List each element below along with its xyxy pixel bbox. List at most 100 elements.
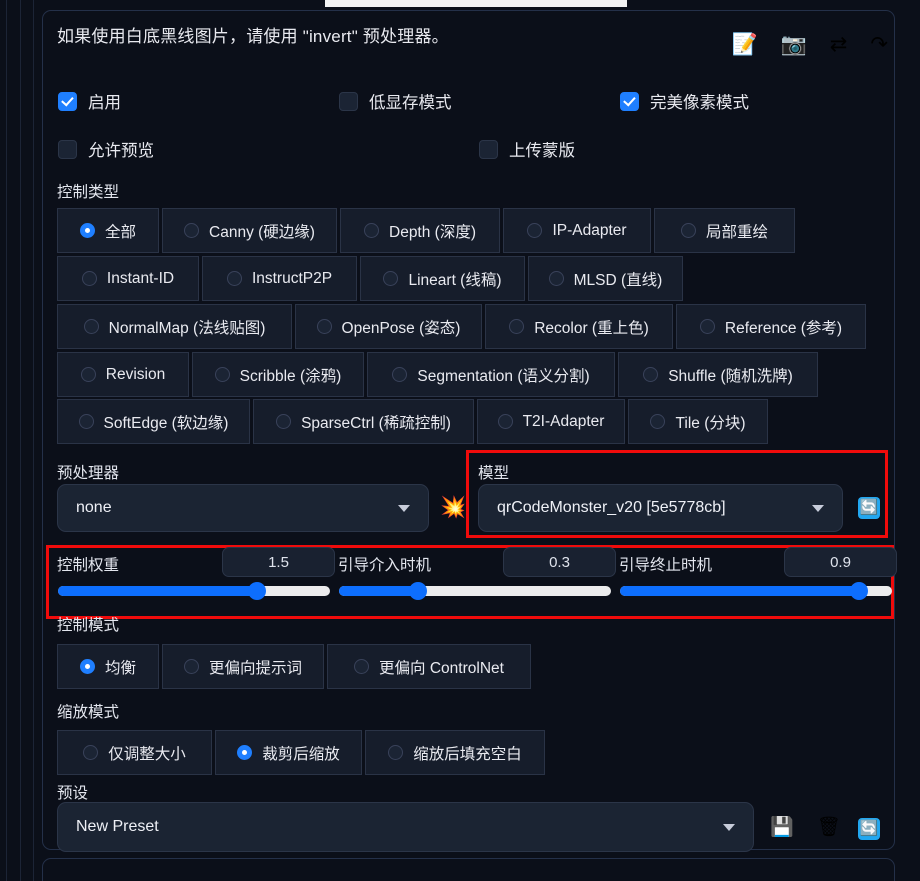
control-type-option[interactable]: IP-Adapter [503,208,651,253]
radio-label: T2I-Adapter [523,413,605,431]
control-type-option[interactable]: Lineart (线稿) [360,256,525,301]
radio-indicator[interactable] [227,271,242,286]
control-weight-input[interactable]: 1.5 [222,547,335,577]
radio-label: Instant-ID [107,270,174,288]
radio-indicator[interactable] [81,367,96,382]
radio-indicator[interactable] [392,367,407,382]
guidance-start-slider[interactable] [339,585,611,597]
radio-indicator[interactable] [83,745,98,760]
radio-label: SoftEdge (软边缘) [104,411,229,433]
radio-indicator[interactable] [364,223,379,238]
radio-label: NormalMap (法线贴图) [109,316,266,338]
control-type-option[interactable]: NormalMap (法线贴图) [57,304,292,349]
radio-indicator[interactable] [650,414,665,429]
checkbox-low-vram[interactable]: 低显存模式 [339,89,452,113]
checkbox-enable[interactable]: 启用 [58,89,121,113]
guidance-start-label: 引导介入时机 [338,553,431,575]
control-type-option[interactable]: T2I-Adapter [477,399,625,444]
panel-edge-line [20,0,21,881]
control-weight-slider[interactable] [58,585,330,597]
radio-indicator[interactable] [84,319,99,334]
checkbox-box[interactable] [58,92,77,111]
refresh-models-button[interactable]: 🔄 [858,497,880,519]
control-type-option[interactable]: InstructP2P [202,256,357,301]
control-type-option[interactable]: OpenPose (姿态) [295,304,482,349]
refresh-presets-button[interactable]: 🔄 [858,818,880,840]
radio-indicator[interactable] [509,319,524,334]
swap-arrows-icon[interactable]: ⇄ [830,34,848,55]
control-mode-option[interactable]: 更偏向提示词 [162,644,324,689]
radio-indicator[interactable] [184,223,199,238]
image-toolbar-icons: 📝 📷 ⇄ ↷ [731,34,888,55]
undo-curve-arrow-icon[interactable]: ↷ [870,34,888,55]
guidance-end-input[interactable]: 0.9 [784,547,897,577]
control-type-option[interactable]: Tile (分块) [628,399,768,444]
guidance-start-input[interactable]: 0.3 [503,547,616,577]
model-dropdown[interactable]: qrCodeMonster_v20 [5e5778cb] [478,484,843,532]
radio-indicator[interactable] [80,223,95,238]
checkbox-allow-preview[interactable]: 允许预览 [58,137,154,161]
slider-thumb[interactable] [248,582,266,600]
chevron-down-icon[interactable] [398,505,410,512]
radio-indicator[interactable] [276,414,291,429]
guidance-end-slider[interactable] [620,585,892,597]
control-type-option[interactable]: Recolor (重上色) [485,304,673,349]
checkbox-box[interactable] [339,92,358,111]
radio-indicator[interactable] [388,745,403,760]
save-preset-icon[interactable]: 💾 [770,818,794,837]
control-type-option[interactable]: Scribble (涂鸦) [192,352,364,397]
checkbox-box[interactable] [620,92,639,111]
preset-dropdown[interactable]: New Preset [57,802,754,852]
burst-icon[interactable]: 💥 [440,497,466,518]
control-type-option[interactable]: Depth (深度) [340,208,500,253]
radio-indicator[interactable] [527,223,542,238]
radio-indicator[interactable] [643,367,658,382]
radio-indicator[interactable] [82,271,97,286]
radio-indicator[interactable] [549,271,564,286]
panel-edge-line [33,0,34,881]
checkbox-box[interactable] [479,140,498,159]
radio-label: Segmentation (语义分割) [417,364,589,386]
radio-indicator[interactable] [184,659,199,674]
radio-indicator[interactable] [681,223,696,238]
radio-indicator[interactable] [317,319,332,334]
control-mode-row: 均衡更偏向提示词更偏向 ControlNet [57,644,531,689]
resize-mode-option[interactable]: 缩放后填充空白 [365,730,545,775]
radio-indicator[interactable] [215,367,230,382]
control-type-option[interactable]: Reference (参考) [676,304,866,349]
resize-mode-option[interactable]: 仅调整大小 [57,730,212,775]
slider-thumb[interactable] [850,582,868,600]
radio-indicator[interactable] [237,745,252,760]
checkbox-pixel-perfect[interactable]: 完美像素模式 [620,89,749,113]
control-type-option[interactable]: Instant-ID [57,256,199,301]
preprocessor-dropdown[interactable]: none [57,484,429,532]
camera-icon[interactable]: 📷 [781,34,807,55]
delete-preset-icon[interactable]: 🗑 [817,818,841,837]
radio-indicator[interactable] [354,659,369,674]
controlnet-panel-root: 如果使用白底黑线图片，请使用 "invert" 预处理器。 📝 📷 ⇄ ↷ 启用… [0,0,920,881]
control-type-option[interactable]: Shuffle (随机洗牌) [618,352,818,397]
control-type-option[interactable]: SparseCtrl (稀疏控制) [253,399,474,444]
slider-thumb[interactable] [409,582,427,600]
chevron-down-icon[interactable] [812,505,824,512]
control-mode-option[interactable]: 更偏向 ControlNet [327,644,531,689]
radio-indicator[interactable] [383,271,398,286]
control-type-option[interactable]: 局部重绘 [654,208,795,253]
control-type-option[interactable]: SoftEdge (软边缘) [57,399,250,444]
control-type-option[interactable]: Segmentation (语义分割) [367,352,615,397]
radio-indicator[interactable] [80,659,95,674]
radio-indicator[interactable] [700,319,715,334]
control-type-option[interactable]: 全部 [57,208,159,253]
resize-mode-option[interactable]: 裁剪后缩放 [215,730,362,775]
control-type-option[interactable]: MLSD (直线) [528,256,683,301]
checkbox-box[interactable] [58,140,77,159]
control-type-option[interactable]: Revision [57,352,189,397]
chevron-down-icon[interactable] [723,824,735,831]
radio-indicator[interactable] [498,414,513,429]
radio-label: Revision [106,366,165,384]
checkbox-upload-mask[interactable]: 上传蒙版 [479,137,575,161]
control-mode-option[interactable]: 均衡 [57,644,159,689]
radio-indicator[interactable] [79,414,94,429]
edit-memo-icon[interactable]: 📝 [731,34,757,55]
control-type-option[interactable]: Canny (硬边缘) [162,208,337,253]
